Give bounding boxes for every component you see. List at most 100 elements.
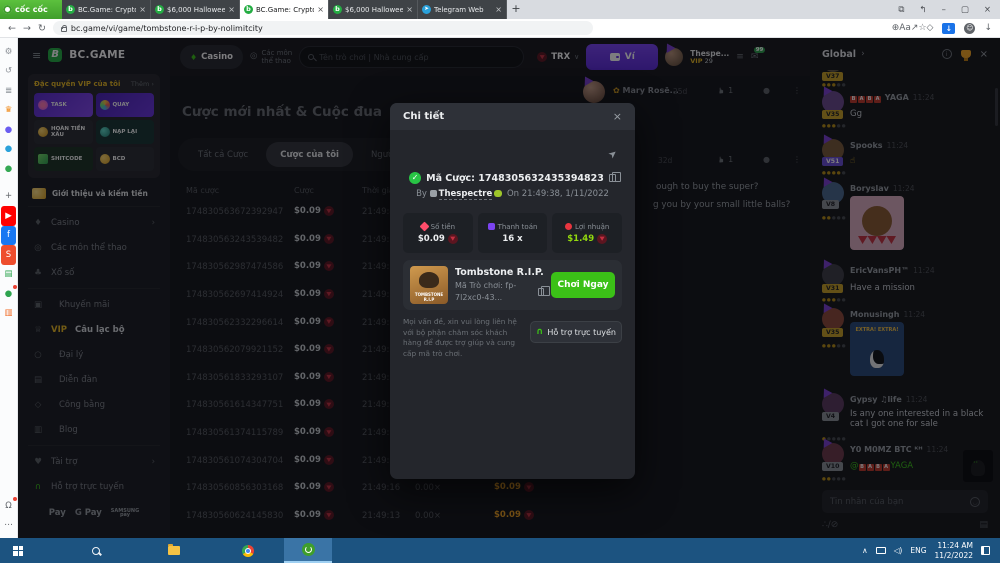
play-now-button[interactable]: Chơi Ngay xyxy=(551,272,615,298)
rail-spacer[interactable] xyxy=(1,323,16,496)
coccoc-taskbar-icon[interactable] xyxy=(284,538,332,563)
tab-favicon: b xyxy=(155,5,164,14)
stat-icon xyxy=(488,223,495,230)
bet-details-modal: Chi tiết × ➤ ✓ Mã Cược: 1748305632435394… xyxy=(390,103,635,479)
reading-list-icon[interactable]: ≣ xyxy=(1,81,16,101)
modal-close-icon[interactable]: × xyxy=(613,110,622,123)
game-thumbnail[interactable]: TOMBSTONE R.I.P xyxy=(410,266,448,304)
tab-close-icon[interactable]: × xyxy=(495,5,502,14)
gift-icon[interactable]: ▤ xyxy=(1,265,16,285)
minimize-button[interactable]: – xyxy=(942,5,946,15)
tab-bcgame-1[interactable]: b BC.Game: Crypto Casino Gan × xyxy=(62,0,151,19)
coccoc-brand[interactable]: cốc cốc xyxy=(0,0,62,19)
language-indicator[interactable]: ENG xyxy=(910,546,926,555)
clock[interactable]: 11:24 AM11/2/2022 xyxy=(935,541,973,561)
stat-amount: Số tiền $0.09 xyxy=(403,213,473,253)
pip-icon[interactable]: ⧉ xyxy=(898,5,904,15)
taskbar-search-icon[interactable] xyxy=(78,538,114,563)
forward-button[interactable]: → xyxy=(23,23,31,34)
tab-favicon: b xyxy=(66,5,75,14)
chrome-icon[interactable] xyxy=(230,538,266,563)
lock-icon xyxy=(61,27,67,32)
volume-icon[interactable]: ◁) xyxy=(894,546,903,555)
back-button[interactable]: ← xyxy=(8,23,16,34)
bookmark-star-icon[interactable]: ☆ xyxy=(918,23,926,33)
translate-icon[interactable]: Aa xyxy=(899,23,911,33)
green-chat-icon[interactable]: ● xyxy=(1,284,16,304)
settings-icon[interactable]: ⚙ xyxy=(1,42,16,62)
tab-telegram[interactable]: ➤ Telegram Web × xyxy=(418,0,507,19)
cart-icon[interactable]: ▥ xyxy=(1,304,16,324)
tab-title: BC.Game: Crypto Casino Gan xyxy=(256,6,314,14)
trx-coin-icon xyxy=(448,234,458,244)
tab-close-icon[interactable]: × xyxy=(406,5,413,14)
stat-payout: Thanh toán 16 x xyxy=(478,213,548,253)
game-id: Mã Trò chơi: fp-7l2xc0-43... xyxy=(455,280,534,304)
toolbar-actions: ⊕Aa↗☆◇ ↓ ☺ ↓ xyxy=(892,23,992,34)
windows-taskbar: ∧ ◁) ENG 11:24 AM11/2/2022 xyxy=(0,538,1000,563)
reopen-tab-icon[interactable]: ↰ xyxy=(919,5,926,15)
tab-close-icon[interactable]: × xyxy=(317,5,324,14)
modal-title: Chi tiết xyxy=(403,111,444,122)
user-icon xyxy=(430,190,437,197)
new-tab-button[interactable]: + xyxy=(507,0,525,19)
rail-divider[interactable] xyxy=(1,179,16,187)
frog-emoji-icon xyxy=(494,190,502,197)
tab-title: $6,000 Halloween Slot Battle xyxy=(167,6,225,14)
adblock-shield-icon[interactable]: ◇ xyxy=(927,23,934,33)
trx-coin-icon xyxy=(597,234,607,244)
game-title: Tombstone R.I.P. xyxy=(455,266,544,280)
messenger-icon[interactable]: ● xyxy=(1,120,16,140)
action-center-icon[interactable] xyxy=(981,546,990,555)
browser-profile-icon[interactable]: ☺ xyxy=(964,23,975,34)
reload-button[interactable]: ↻ xyxy=(38,23,46,34)
stat-profit: Lợi nhuận $1.49 xyxy=(552,213,622,253)
gamepad-icon[interactable]: ● xyxy=(1,159,16,179)
tab-title: BC.Game: Crypto Casino Gan xyxy=(78,6,136,14)
file-explorer-icon[interactable] xyxy=(156,538,192,563)
history-icon[interactable]: ↺ xyxy=(1,62,16,82)
screen: cốc cốc b BC.Game: Crypto Casino Gan × b… xyxy=(0,0,1000,563)
zalo-icon[interactable]: ● xyxy=(1,140,16,160)
tab-favicon: b xyxy=(244,5,253,14)
copy-icon[interactable] xyxy=(609,174,616,182)
url-text: bc.game/vi/game/tombstone-r-i-p-by-nolim… xyxy=(71,24,263,33)
tray-expand-icon[interactable]: ∧ xyxy=(862,546,868,555)
coccoc-logo-icon xyxy=(3,5,12,14)
browser-side-rail: ⚙↺≣♛●●●+▶fS▤●▥Ω⋯ xyxy=(0,38,18,538)
share-icon[interactable]: ➤ xyxy=(606,148,619,162)
copy-icon[interactable] xyxy=(538,288,544,296)
maximize-button[interactable]: ▢ xyxy=(961,5,969,15)
tab-title: $6,000 Halloween Slot Battle xyxy=(345,6,403,14)
close-button[interactable]: × xyxy=(984,5,991,15)
start-button[interactable] xyxy=(0,538,36,563)
tab-close-icon[interactable]: × xyxy=(139,5,146,14)
facebook-icon[interactable]: f xyxy=(1,226,16,246)
support-note: Mọi vấn đề, xin vui lòng liên hệ với bộ … xyxy=(403,317,525,359)
network-icon[interactable] xyxy=(876,547,886,554)
tab-favicon: b xyxy=(333,5,342,14)
address-bar[interactable]: bc.game/vi/game/tombstone-r-i-p-by-nolim… xyxy=(53,21,593,35)
tab-title: Telegram Web xyxy=(434,6,492,14)
more-icon[interactable]: ⋯ xyxy=(1,516,16,536)
shopee-icon[interactable]: S xyxy=(1,245,16,265)
bet-id: Mã Cược: 1748305632435394823 xyxy=(426,173,604,184)
download-manager-icon: ↓ xyxy=(942,23,955,34)
youtube-icon[interactable]: ▶ xyxy=(1,206,16,226)
tab-close-icon[interactable]: × xyxy=(228,5,235,14)
add-icon[interactable]: + xyxy=(1,187,16,207)
notification-bell-icon[interactable]: Ω xyxy=(1,496,16,516)
online-support-button[interactable]: ∩ Hỗ trợ trực tuyến xyxy=(530,321,622,343)
brand-label: cốc cốc xyxy=(15,5,48,14)
game-card: TOMBSTONE R.I.P Tombstone R.I.P. Mã Trò … xyxy=(403,260,622,310)
downloads-icon[interactable]: ↓ xyxy=(984,23,992,33)
verified-shield-icon: ✓ xyxy=(409,172,421,184)
browser-toolbar: ← → ↻ bc.game/vi/game/tombstone-r-i-p-by… xyxy=(0,19,1000,38)
bet-user-link[interactable]: Thespectre xyxy=(439,189,493,200)
tab-bcgame-2[interactable]: b BC.Game: Crypto Casino Gan × xyxy=(240,0,329,19)
stat-icon xyxy=(565,223,572,230)
crown-icon[interactable]: ♛ xyxy=(1,101,16,121)
tab-halloween-2[interactable]: b $6,000 Halloween Slot Battle × xyxy=(329,0,418,19)
tab-halloween-1[interactable]: b $6,000 Halloween Slot Battle × xyxy=(151,0,240,19)
window-controls: ⧉ ↰ – ▢ × xyxy=(898,0,1000,19)
